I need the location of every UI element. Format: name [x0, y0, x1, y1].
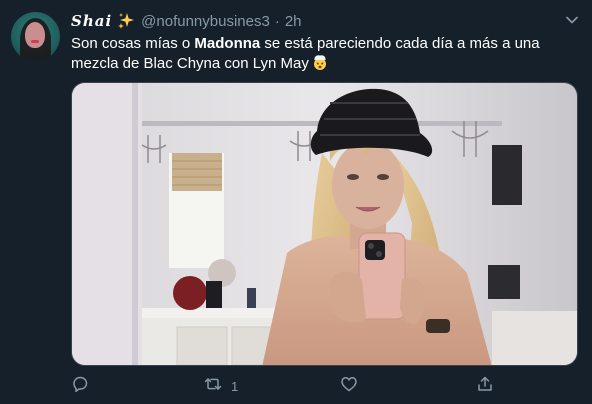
- avatar[interactable]: [11, 12, 60, 61]
- avatar-lips: [31, 40, 39, 43]
- heart-icon: [340, 375, 358, 398]
- share-icon: [476, 375, 494, 398]
- tweet-header: Shai @nofunnybusines3 · 2h: [71, 11, 302, 31]
- tweet-actions: 1: [71, 374, 511, 398]
- tweet-timestamp[interactable]: 2h: [285, 13, 302, 30]
- like-button[interactable]: [340, 374, 367, 398]
- reply-icon: [71, 375, 89, 398]
- retweet-count: 1: [231, 378, 239, 394]
- reply-button[interactable]: [71, 374, 98, 398]
- retweet-button[interactable]: 1: [204, 374, 238, 398]
- tweet-text-part: Son cosas mías o: [71, 35, 195, 52]
- exploding-head-icon: [312, 54, 328, 70]
- sparkles-icon: [117, 12, 135, 30]
- user-handle[interactable]: @nofunnybusines3: [141, 13, 270, 30]
- tweet[interactable]: Shai @nofunnybusines3 · 2h Son cosas mía…: [0, 0, 592, 404]
- tweet-text: Son cosas mías o Madonna se está parecie…: [71, 34, 576, 74]
- tweet-media-photo[interactable]: [71, 82, 578, 366]
- chevron-down-icon[interactable]: [565, 13, 579, 27]
- retweet-icon: [204, 375, 222, 398]
- display-name[interactable]: Shai: [71, 12, 112, 30]
- share-button[interactable]: [476, 374, 503, 398]
- tweet-text-bold: Madonna: [194, 35, 261, 52]
- photo-icon: [72, 83, 577, 365]
- avatar-face: [25, 22, 45, 48]
- separator-dot: ·: [274, 12, 280, 30]
